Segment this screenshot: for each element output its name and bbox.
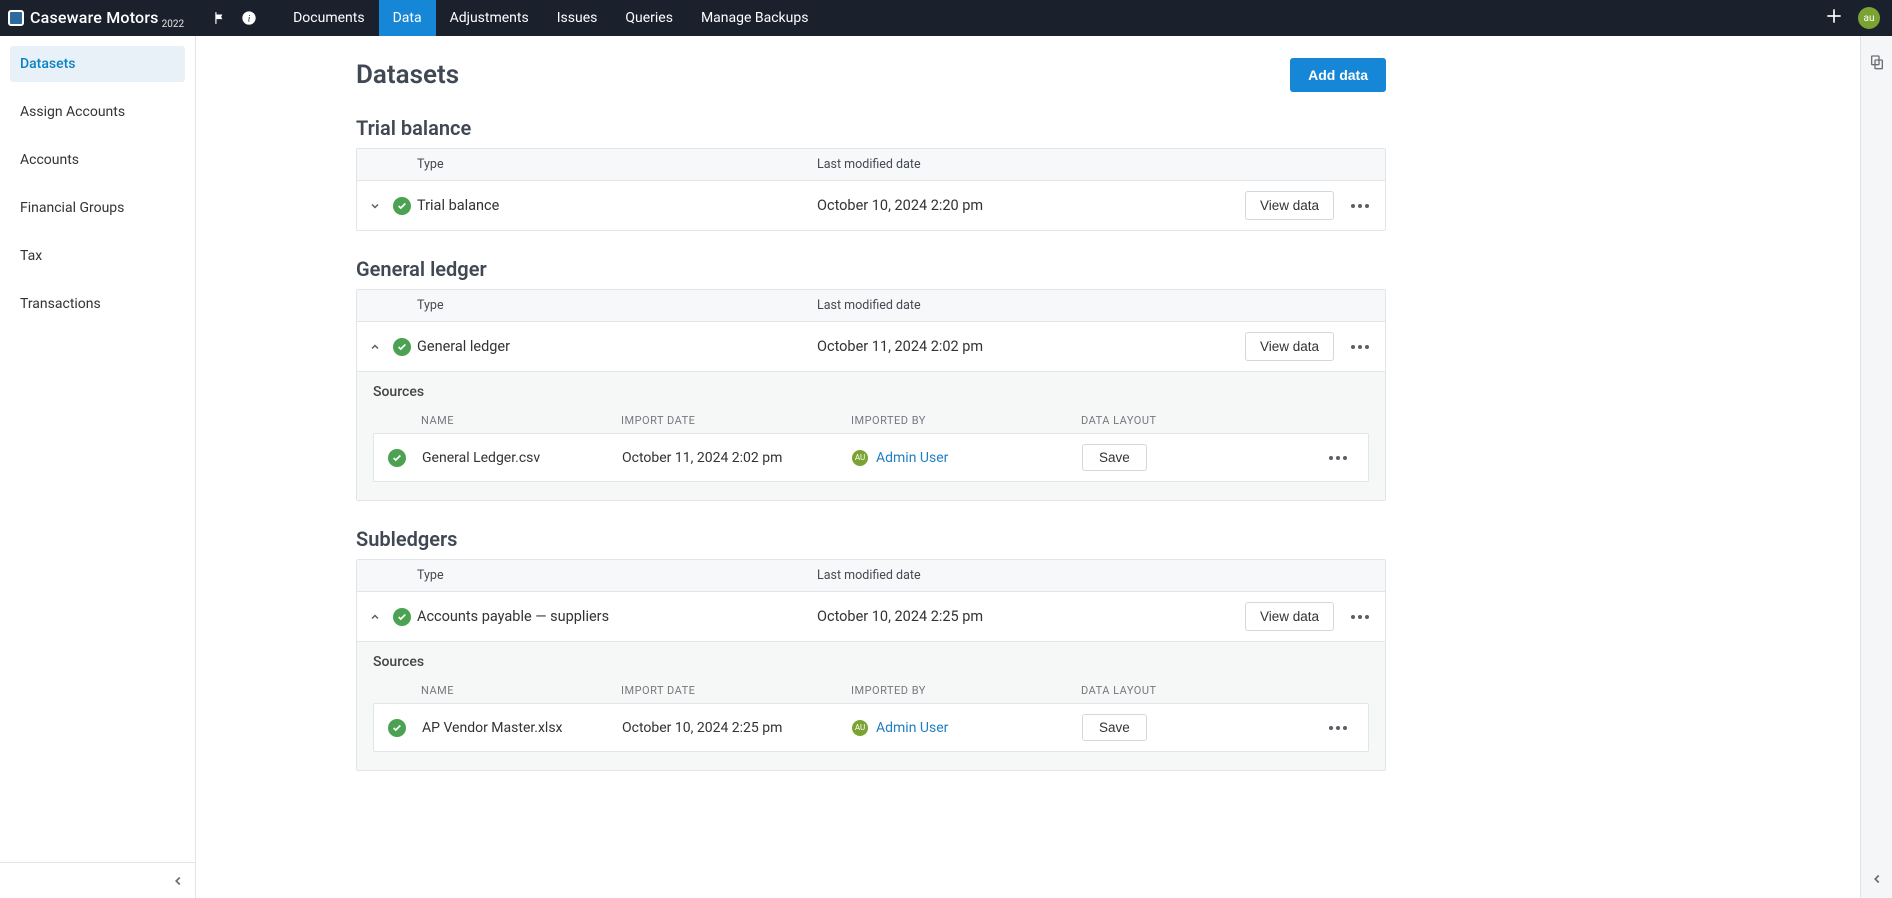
tab-adjustments[interactable]: Adjustments bbox=[436, 0, 543, 36]
dataset-date: October 11, 2024 2:02 pm bbox=[817, 338, 1245, 355]
svg-text:i: i bbox=[248, 14, 251, 24]
sidebar-item-assign-accounts[interactable]: Assign Accounts bbox=[10, 94, 185, 130]
column-name: NAME bbox=[421, 684, 621, 697]
source-row: General Ledger.csv October 11, 2024 2:02… bbox=[373, 433, 1369, 482]
flag-icon[interactable] bbox=[213, 11, 227, 25]
sources-heading: Sources bbox=[373, 654, 1369, 670]
column-last-modified: Last modified date bbox=[817, 568, 1185, 583]
sidebar-item-accounts[interactable]: Accounts bbox=[10, 142, 185, 178]
tab-manage-backups[interactable]: Manage Backups bbox=[687, 0, 823, 36]
dataset-row: Accounts payable — suppliers October 10,… bbox=[357, 592, 1385, 641]
source-import-date: October 11, 2024 2:02 pm bbox=[622, 450, 852, 466]
more-menu-icon[interactable] bbox=[1323, 450, 1353, 466]
sidebar: Datasets Assign Accounts Accounts Financ… bbox=[0, 36, 196, 898]
sidebar-collapse-button[interactable] bbox=[0, 862, 195, 898]
sources-panel: Sources NAME IMPORT DATE IMPORTED BY DAT… bbox=[357, 641, 1385, 770]
dataset-type: General ledger bbox=[417, 338, 817, 355]
column-last-modified: Last modified date bbox=[817, 157, 1185, 172]
tab-documents[interactable]: Documents bbox=[279, 0, 378, 36]
table-header: Type Last modified date bbox=[357, 290, 1385, 322]
dataset-row: Trial balance October 10, 2024 2:20 pm V… bbox=[357, 181, 1385, 230]
chevron-up-icon[interactable] bbox=[367, 339, 383, 355]
source-import-date: October 10, 2024 2:25 pm bbox=[622, 720, 852, 736]
more-menu-icon[interactable] bbox=[1335, 198, 1385, 214]
add-data-button[interactable]: Add data bbox=[1290, 58, 1386, 92]
sources-panel: Sources NAME IMPORT DATE IMPORTED BY DAT… bbox=[357, 371, 1385, 500]
sources-header: NAME IMPORT DATE IMPORTED BY DATA LAYOUT bbox=[373, 678, 1369, 703]
tab-queries[interactable]: Queries bbox=[611, 0, 687, 36]
topbar: Caseware Motors 2022 i Documents Data Ad… bbox=[0, 0, 1892, 36]
dataset-date: October 10, 2024 2:25 pm bbox=[817, 608, 1245, 625]
column-type: Type bbox=[417, 157, 817, 172]
status-check-icon bbox=[393, 197, 411, 215]
more-menu-icon[interactable] bbox=[1335, 609, 1385, 625]
user-avatar[interactable]: au bbox=[1858, 7, 1880, 29]
brand-name: Caseware Motors bbox=[30, 10, 159, 26]
add-icon[interactable] bbox=[1824, 6, 1844, 31]
source-imported-by[interactable]: AU Admin User bbox=[852, 450, 1082, 466]
column-type: Type bbox=[417, 298, 817, 313]
source-name: AP Vendor Master.xlsx bbox=[422, 720, 622, 736]
section-title: General ledger bbox=[356, 257, 1386, 281]
section-general-ledger: General ledger Type Last modified date bbox=[356, 257, 1386, 501]
sidebar-item-tax[interactable]: Tax bbox=[10, 238, 185, 274]
more-menu-icon[interactable] bbox=[1323, 720, 1353, 736]
sidebar-item-datasets[interactable]: Datasets bbox=[10, 46, 185, 82]
importer-name-link[interactable]: Admin User bbox=[876, 720, 948, 736]
sources-header: NAME IMPORT DATE IMPORTED BY DATA LAYOUT bbox=[373, 408, 1369, 433]
importer-avatar-icon: AU bbox=[852, 450, 868, 466]
page-title: Datasets bbox=[356, 60, 459, 90]
brand-year: 2022 bbox=[162, 19, 184, 30]
column-data-layout: DATA LAYOUT bbox=[1081, 414, 1309, 427]
section-title: Trial balance bbox=[356, 116, 1386, 140]
table-header: Type Last modified date bbox=[357, 149, 1385, 181]
importer-name-link[interactable]: Admin User bbox=[876, 450, 948, 466]
save-layout-button[interactable]: Save bbox=[1082, 444, 1147, 471]
status-check-icon bbox=[393, 338, 411, 356]
view-data-button[interactable]: View data bbox=[1245, 191, 1334, 220]
view-data-button[interactable]: View data bbox=[1245, 602, 1334, 631]
dataset-row: General ledger October 11, 2024 2:02 pm … bbox=[357, 322, 1385, 371]
column-imported-by: IMPORTED BY bbox=[851, 684, 1081, 697]
column-data-layout: DATA LAYOUT bbox=[1081, 684, 1309, 697]
tab-issues[interactable]: Issues bbox=[543, 0, 612, 36]
status-check-icon bbox=[393, 608, 411, 626]
save-layout-button[interactable]: Save bbox=[1082, 714, 1147, 741]
sidebar-item-financial-groups[interactable]: Financial Groups bbox=[10, 190, 185, 226]
chevron-down-icon[interactable] bbox=[367, 198, 383, 214]
status-check-icon bbox=[388, 719, 406, 737]
brand[interactable]: Caseware Motors 2022 bbox=[8, 10, 195, 26]
column-import-date: IMPORT DATE bbox=[621, 684, 851, 697]
top-tabs: Documents Data Adjustments Issues Querie… bbox=[279, 0, 822, 36]
source-row: AP Vendor Master.xlsx October 10, 2024 2… bbox=[373, 703, 1369, 752]
dataset-type: Trial balance bbox=[417, 197, 817, 214]
table-header: Type Last modified date bbox=[357, 560, 1385, 592]
copy-icon[interactable] bbox=[1869, 54, 1885, 74]
status-check-icon bbox=[388, 449, 406, 467]
view-data-button[interactable]: View data bbox=[1245, 332, 1334, 361]
brand-logo-icon bbox=[8, 10, 24, 26]
section-title: Subledgers bbox=[356, 527, 1386, 551]
section-subledgers: Subledgers Type Last modified date bbox=[356, 527, 1386, 771]
column-last-modified: Last modified date bbox=[817, 298, 1185, 313]
sidebar-item-transactions[interactable]: Transactions bbox=[10, 286, 185, 322]
main-content: Datasets Add data Trial balance Type Las… bbox=[196, 36, 1860, 898]
column-type: Type bbox=[417, 568, 817, 583]
column-import-date: IMPORT DATE bbox=[621, 414, 851, 427]
rightbar-expand-button[interactable] bbox=[1870, 872, 1884, 890]
source-name: General Ledger.csv bbox=[422, 450, 622, 466]
dataset-type: Accounts payable — suppliers bbox=[417, 608, 817, 625]
source-imported-by[interactable]: AU Admin User bbox=[852, 720, 1082, 736]
rightbar bbox=[1860, 36, 1892, 898]
tab-data[interactable]: Data bbox=[379, 0, 436, 36]
column-imported-by: IMPORTED BY bbox=[851, 414, 1081, 427]
importer-avatar-icon: AU bbox=[852, 720, 868, 736]
section-trial-balance: Trial balance Type Last modified date bbox=[356, 116, 1386, 231]
dataset-date: October 10, 2024 2:20 pm bbox=[817, 197, 1245, 214]
info-icon[interactable]: i bbox=[241, 10, 257, 26]
sources-heading: Sources bbox=[373, 384, 1369, 400]
more-menu-icon[interactable] bbox=[1335, 339, 1385, 355]
chevron-up-icon[interactable] bbox=[367, 609, 383, 625]
column-name: NAME bbox=[421, 414, 621, 427]
